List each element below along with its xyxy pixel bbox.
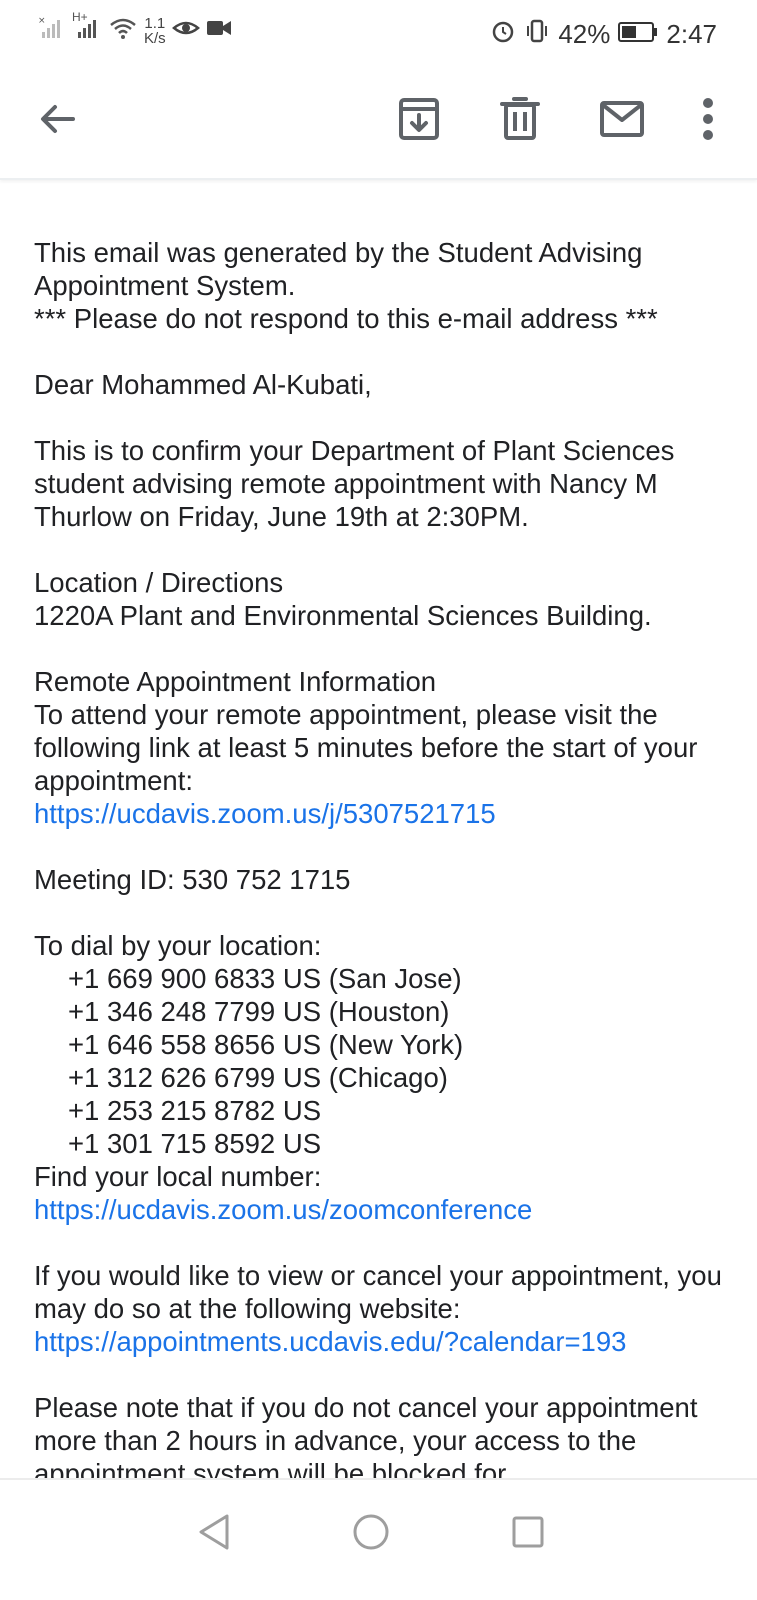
remote-heading: Remote Appointment Information <box>34 666 437 697</box>
mark-unread-icon <box>600 101 644 137</box>
system-nav-bar <box>0 1478 757 1600</box>
nav-recents-icon <box>512 1516 544 1548</box>
nav-recents-button[interactable] <box>500 1504 556 1560</box>
battery-icon <box>618 19 658 50</box>
email-toolbar <box>0 62 757 180</box>
speed-unit: K/s <box>144 29 166 47</box>
archive-icon <box>399 98 439 140</box>
eye-comfort-icon <box>171 16 200 45</box>
archive-button[interactable] <box>387 87 451 151</box>
video-camera-icon <box>206 18 232 43</box>
location-heading: Location / Directions <box>34 567 284 598</box>
no-sim-signal-icon: × <box>38 14 66 47</box>
dial-number: +1 646 558 8656 US (New York) <box>68 1029 464 1060</box>
dial-number: +1 346 248 7799 US (Houston) <box>68 996 450 1027</box>
nav-home-icon <box>353 1514 389 1550</box>
greeting: Dear Mohammed Al-Kubati, <box>34 369 372 400</box>
status-right: 42% 2:47 <box>490 18 717 51</box>
delete-button[interactable] <box>488 87 552 151</box>
remote-instructions: To attend your remote appointment, pleas… <box>34 699 698 796</box>
intro-line-1: This email was generated by the Student … <box>34 237 643 301</box>
dial-number: +1 669 900 6833 US (San Jose) <box>68 963 462 994</box>
dial-number: +1 312 626 6799 US (Chicago) <box>68 1062 448 1093</box>
delete-icon <box>500 97 540 140</box>
svg-text:×: × <box>38 16 46 26</box>
mark-unread-button[interactable] <box>590 87 654 151</box>
network-type: H+ <box>72 10 88 24</box>
meeting-id: Meeting ID: 530 752 1715 <box>34 864 351 895</box>
confirmation-text: This is to confirm your Department of Pl… <box>34 435 675 532</box>
dial-number: +1 253 215 8782 US <box>68 1095 322 1126</box>
more-options-button[interactable] <box>678 87 738 151</box>
local-number-label: Find your local number: <box>34 1161 322 1192</box>
nav-home-button[interactable] <box>343 1504 399 1560</box>
vibrate-icon <box>524 18 550 51</box>
status-left: × H+ 1.1 K/s <box>38 10 232 47</box>
back-arrow-icon <box>41 105 75 133</box>
intro-line-2: *** Please do not respond to this e-mail… <box>34 303 658 334</box>
email-body: This email was generated by the Student … <box>34 236 724 1490</box>
zoom-meeting-link[interactable]: https://ucdavis.zoom.us/j/5307521715 <box>34 797 724 830</box>
location-value: 1220A Plant and Environmental Sciences B… <box>34 600 652 631</box>
nav-back-icon <box>199 1514 229 1550</box>
dial-number: +1 301 715 8592 US <box>68 1128 322 1159</box>
note-text: Please note that if you do not cancel yo… <box>34 1392 698 1489</box>
back-button[interactable] <box>26 87 90 151</box>
wifi-icon <box>108 15 138 46</box>
dial-heading: To dial by your location: <box>34 930 322 961</box>
appointments-link[interactable]: https://appointments.ucdavis.edu/?calend… <box>34 1325 724 1358</box>
status-bar: × H+ 1.1 K/s 42% 2:47 <box>0 0 757 62</box>
network-speed: 1.1 K/s <box>144 16 166 46</box>
cancel-text: If you would like to view or cancel your… <box>34 1260 722 1324</box>
more-options-icon <box>703 98 713 140</box>
clock-time: 2:47 <box>666 19 717 49</box>
nav-back-button[interactable] <box>186 1504 242 1560</box>
speed-value: 1.1 <box>144 14 166 32</box>
local-number-link[interactable]: https://ucdavis.zoom.us/zoomconference <box>34 1193 724 1226</box>
alarm-icon <box>490 18 516 51</box>
cell-signal-icon: H+ <box>72 10 102 47</box>
battery-percent: 42% <box>558 19 611 49</box>
